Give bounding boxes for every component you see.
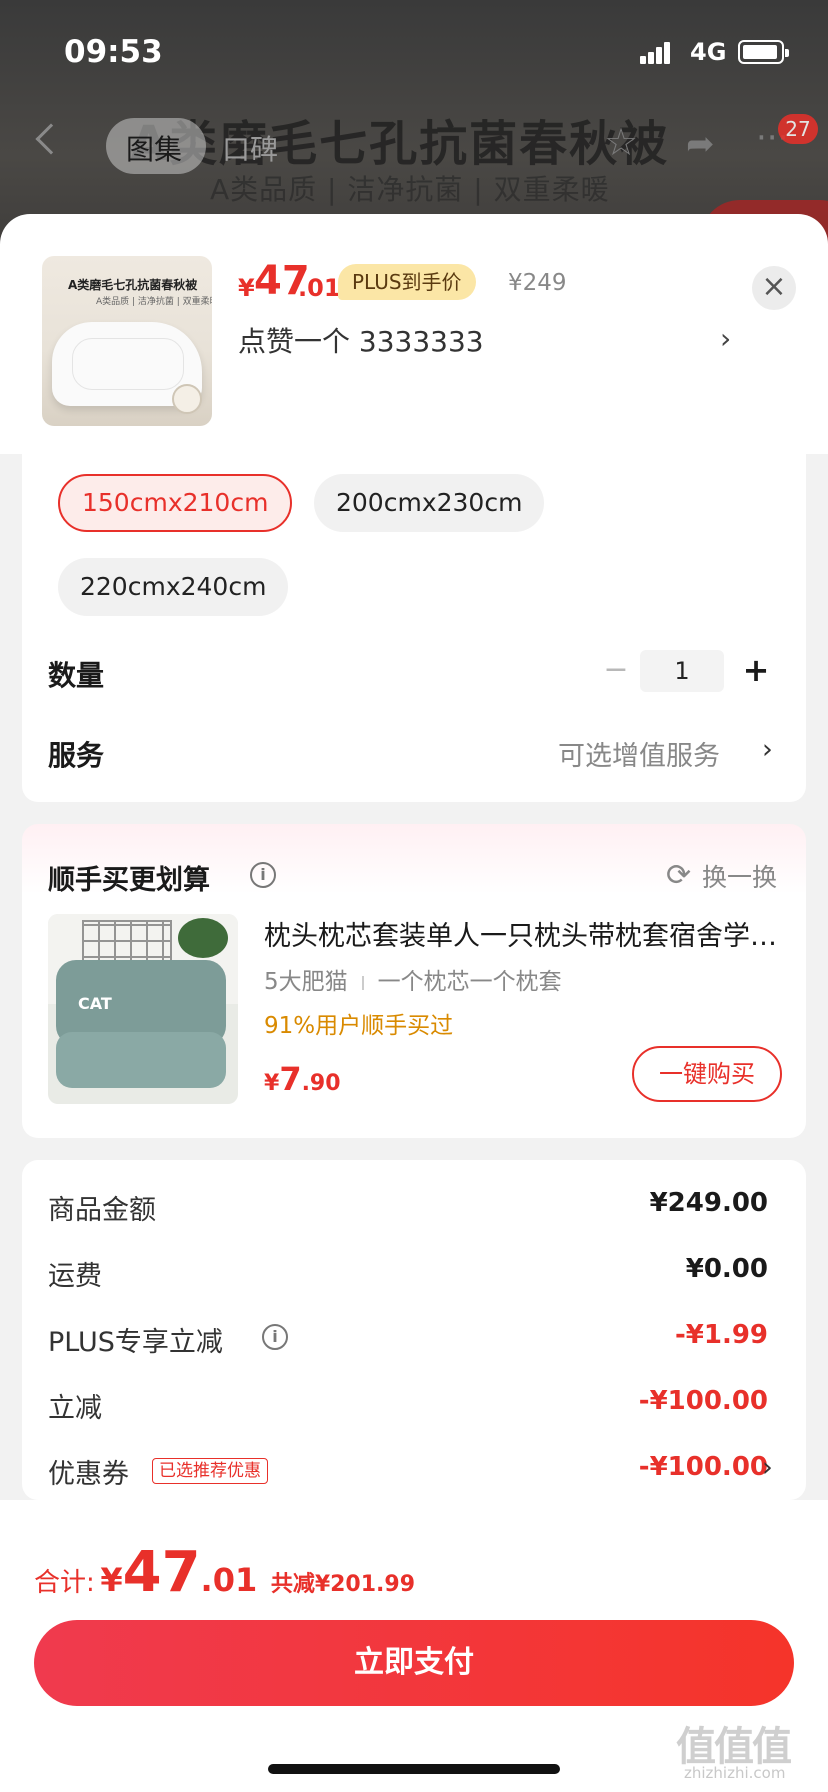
chevron-right-icon[interactable]: › xyxy=(720,322,731,355)
checkout-footer: 合计: ¥47.01 共减¥201.99 立即支付 值值值 zhizhizhi.… xyxy=(0,1500,828,1792)
refresh-button[interactable]: 换一换 xyxy=(702,858,777,894)
chevron-right-icon[interactable]: › xyxy=(762,1452,773,1483)
coupon-tag: 已选推荐优惠 xyxy=(152,1458,268,1484)
price-row-goods: 商品金额 ¥249.00 xyxy=(48,1188,768,1228)
price-decimal: .01 xyxy=(298,274,341,302)
selected-spec-summary[interactable]: 点赞一个 3333333 xyxy=(238,320,484,360)
thumbnail-subtitle: A类品质 | 洁净抗菌 | 双重柔暖 xyxy=(96,297,212,307)
price-row-value: -¥100.00 xyxy=(638,1452,768,1482)
favorite-icon[interactable]: ☆ xyxy=(604,120,638,164)
battery-icon xyxy=(738,40,789,64)
price-row-plus-discount: PLUS专享立减 i -¥1.99 xyxy=(48,1320,768,1360)
total-decimal: .01 xyxy=(200,1561,258,1599)
price-row-label: 商品金额 xyxy=(48,1195,156,1226)
product-thumbnail[interactable]: A类磨毛七孔抗菌春秋被 A类品质 | 洁净抗菌 | 双重柔暖 xyxy=(42,256,212,426)
info-icon[interactable]: i xyxy=(262,1324,288,1350)
plus-price-tag: PLUS到手价 xyxy=(338,264,476,300)
increase-quantity-button[interactable]: + xyxy=(738,652,774,688)
service-value[interactable]: 可选增值服务 xyxy=(558,734,720,773)
bundle-item-shop: 5大肥猫 xyxy=(264,969,348,995)
bundle-item-spec: 一个枕芯一个枕套 xyxy=(377,969,562,995)
home-indicator[interactable] xyxy=(268,1764,560,1774)
decrease-quantity-button[interactable]: − xyxy=(598,652,634,688)
sku-sheet-header: A类磨毛七孔抗菌春秋被 A类品质 | 洁净抗菌 | 双重柔暖 ¥ 47 .01 … xyxy=(0,214,828,454)
one-click-buy-button[interactable]: 一键购买 xyxy=(632,1046,782,1102)
info-icon[interactable]: i xyxy=(250,862,276,888)
total-label: 合计: xyxy=(34,1568,95,1598)
size-option[interactable]: 200cmx230cm xyxy=(314,474,545,532)
bundle-item-price: ¥7.90 xyxy=(264,1060,341,1098)
status-time: 09:53 xyxy=(64,34,163,70)
bundle-title: 顺手买更划算 xyxy=(48,865,210,896)
background-title: A类磨毛七孔抗菌春秋被 xyxy=(130,116,670,172)
quantity-label: 数量 xyxy=(48,659,105,692)
bundle-item-meta: 5大肥猫 一个枕芯一个枕套 xyxy=(264,962,562,996)
signal-icon xyxy=(640,42,672,64)
price-row-label: 运费 xyxy=(48,1261,102,1292)
cart-badge: 27 xyxy=(778,114,818,144)
chevron-right-icon[interactable]: › xyxy=(762,734,773,765)
price-row-label: PLUS专享立减 xyxy=(48,1327,223,1358)
size-option[interactable]: 220cmx240cm xyxy=(58,558,289,616)
original-price: ¥249 xyxy=(508,270,567,296)
back-icon[interactable] xyxy=(35,123,67,155)
refresh-icon[interactable]: ⟳ xyxy=(666,858,691,893)
thumbnail-title: A类磨毛七孔抗菌春秋被 xyxy=(68,278,198,292)
tab-reviews[interactable]: 口碑 xyxy=(222,128,278,168)
total-integer: 47 xyxy=(122,1540,201,1605)
share-icon[interactable]: ➦ xyxy=(686,124,715,164)
pay-now-button[interactable]: 立即支付 xyxy=(34,1620,794,1706)
price-row-label: 立减 xyxy=(48,1393,102,1424)
bundle-item-name[interactable]: 枕头枕芯套装单人一只枕头带枕套宿舍学生枕 xyxy=(264,914,784,953)
network-type: 4G xyxy=(690,38,727,66)
status-bar: 09:53 4G xyxy=(0,0,828,100)
bundle-item-image[interactable]: CAT xyxy=(48,914,238,1104)
price-currency: ¥ xyxy=(238,274,255,302)
tab-gallery-label: 图集 xyxy=(126,133,183,166)
price-row-value: -¥1.99 xyxy=(674,1320,768,1350)
price-row-shipping: 运费 ¥0.00 xyxy=(48,1254,768,1294)
price-row-value: ¥249.00 xyxy=(649,1188,768,1218)
price-row-discount: 立减 -¥100.00 xyxy=(48,1386,768,1426)
bundle-purchase-rate: 91%用户顺手买过 xyxy=(264,1013,454,1039)
price-row-value: -¥100.00 xyxy=(638,1386,768,1416)
background-subtitle: A类品质 | 洁净抗菌 | 双重柔暖 xyxy=(210,173,610,206)
watermark-url: zhizhizhi.com xyxy=(684,1764,786,1782)
pillow-print-text: CAT xyxy=(78,994,112,1013)
total-currency: ¥ xyxy=(100,1561,123,1599)
close-button[interactable]: × xyxy=(752,266,796,310)
quantity-input[interactable]: 1 xyxy=(640,650,724,692)
bundle-card: 顺手买更划算 i ⟳ 换一换 CAT 枕头枕芯套装单人一只枕头带枕套宿舍学生枕 … xyxy=(22,824,806,1138)
service-label: 服务 xyxy=(48,739,105,772)
order-total: 合计: ¥47.01 共减¥201.99 xyxy=(34,1540,415,1605)
price-row-label: 优惠券 xyxy=(48,1459,129,1490)
seal-icon xyxy=(172,384,202,414)
price-row-value: ¥0.00 xyxy=(685,1254,768,1284)
spec-card: 150cmx210cm 200cmx230cm 220cmx240cm 数量 −… xyxy=(22,454,806,802)
price-breakdown-card: 商品金额 ¥249.00 运费 ¥0.00 PLUS专享立减 i -¥1.99 … xyxy=(22,1160,806,1500)
total-saved: 共减¥201.99 xyxy=(270,1572,416,1597)
price-row-coupon[interactable]: 优惠券 已选推荐优惠 -¥100.00 xyxy=(48,1452,768,1492)
size-option[interactable]: 150cmx210cm xyxy=(58,474,293,532)
